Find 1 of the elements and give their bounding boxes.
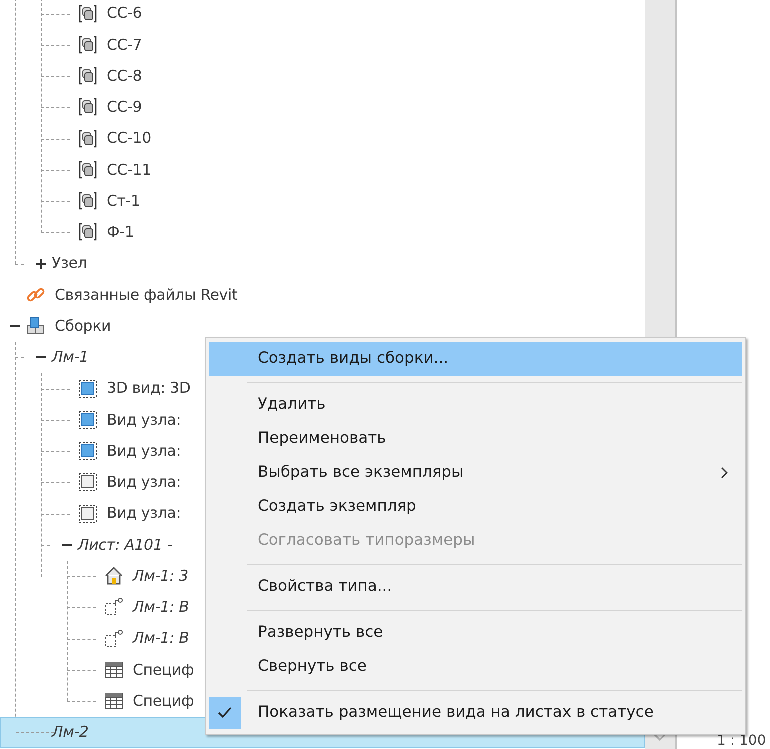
scale-text: 1 : 100 [717,734,766,748]
